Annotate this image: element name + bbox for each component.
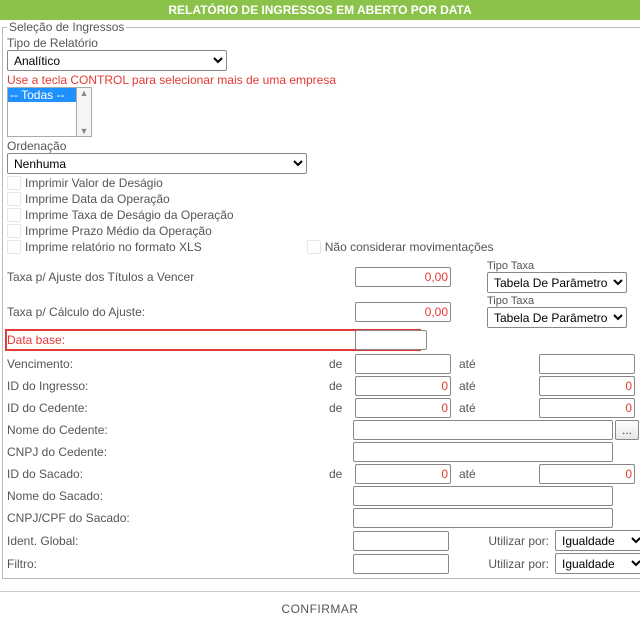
id-ingresso-ate-input[interactable] <box>539 376 635 396</box>
vencimento-de-label: de <box>329 357 353 371</box>
control-hint: Use a tecla CONTROL para selecionar mais… <box>7 73 640 87</box>
fieldset-legend: Seleção de Ingressos <box>7 20 126 34</box>
id-ingresso-de-input[interactable] <box>355 376 451 396</box>
nome-cedente-browse-button[interactable]: ... <box>615 420 639 440</box>
cb-taxa-desagio-label: Imprime Taxa de Deságio da Operação <box>25 208 234 222</box>
ordenacao-label: Ordenação <box>7 139 640 153</box>
tipo-taxa-label-1: Tipo Taxa <box>487 260 640 272</box>
ordenacao-select[interactable]: Nenhuma <box>7 153 307 174</box>
data-base-input[interactable] <box>355 330 427 350</box>
vencimento-ate-input[interactable] <box>539 354 635 374</box>
cb-formato-xls[interactable] <box>7 240 21 254</box>
id-ingresso-ate-label: até <box>455 379 537 393</box>
id-cedente-de-label: de <box>329 401 353 415</box>
cb-nao-considerar-label: Não considerar movimentações <box>325 240 494 254</box>
id-ingresso-label: ID do Ingresso: <box>7 379 327 393</box>
taxa-calculo-input[interactable] <box>355 302 451 322</box>
cb-taxa-desagio[interactable] <box>7 208 21 222</box>
tipo-taxa-select-2[interactable]: Tabela De Parâmetros <box>487 307 627 328</box>
selecao-ingressos-fieldset: Seleção de Ingressos Tipo de Relatório A… <box>2 20 640 579</box>
nome-cedente-label: Nome do Cedente: <box>7 423 351 437</box>
vencimento-label: Vencimento: <box>7 357 327 371</box>
scroll-up-icon[interactable]: ▲ <box>77 88 91 98</box>
id-sacado-ate-label: até <box>455 467 537 481</box>
taxa-ajuste-input[interactable] <box>355 267 451 287</box>
tipo-relatorio-select[interactable]: Analítico <box>7 50 227 71</box>
cnpj-cedente-label: CNPJ do Cedente: <box>7 445 351 459</box>
taxa-calculo-label: Taxa p/ Cálculo do Ajuste: <box>7 305 327 319</box>
cb-valor-desagio-label: Imprimir Valor de Deságio <box>25 176 163 190</box>
tipo-relatorio-label: Tipo de Relatório <box>7 36 640 50</box>
cb-prazo-medio[interactable] <box>7 224 21 238</box>
filtro-util-label: Utilizar por: <box>453 557 553 571</box>
cnpj-sacado-input[interactable] <box>353 508 613 528</box>
cnpj-sacado-label: CNPJ/CPF do Sacado: <box>7 511 351 525</box>
id-sacado-label: ID do Sacado: <box>7 467 327 481</box>
confirm-button[interactable]: CONFIRMAR <box>0 591 640 626</box>
filtro-util-select[interactable]: Igualdade <box>555 553 640 574</box>
id-cedente-ate-input[interactable] <box>539 398 635 418</box>
cb-data-operacao-label: Imprime Data da Operação <box>25 192 170 206</box>
cb-prazo-medio-label: Imprime Prazo Médio da Operação <box>25 224 212 238</box>
nome-cedente-input[interactable] <box>353 420 613 440</box>
cb-data-operacao[interactable] <box>7 192 21 206</box>
vencimento-ate-label: até <box>455 357 537 371</box>
id-cedente-ate-label: até <box>455 401 537 415</box>
cnpj-cedente-input[interactable] <box>353 442 613 462</box>
cb-formato-xls-label: Imprime relatório no formato XLS <box>25 240 202 254</box>
cb-valor-desagio[interactable] <box>7 176 21 190</box>
tipo-taxa-label-2: Tipo Taxa <box>487 295 640 307</box>
filtro-label: Filtro: <box>7 557 351 571</box>
id-sacado-ate-input[interactable] <box>539 464 635 484</box>
tipo-taxa-select-1[interactable]: Tabela De Parâmetros <box>487 272 627 293</box>
cb-nao-considerar[interactable] <box>307 240 321 254</box>
id-cedente-de-input[interactable] <box>355 398 451 418</box>
id-ingresso-de-label: de <box>329 379 353 393</box>
vencimento-de-input[interactable] <box>355 354 451 374</box>
id-cedente-label: ID do Cedente: <box>7 401 327 415</box>
filtro-input[interactable] <box>353 554 449 574</box>
data-base-label: Data base: <box>7 333 327 347</box>
taxa-ajuste-label: Taxa p/ Ajuste dos Títulos a Vencer <box>7 270 327 284</box>
scroll-down-icon[interactable]: ▼ <box>77 126 91 136</box>
id-sacado-de-label: de <box>329 467 353 481</box>
empresas-option-todas[interactable]: -- Todas -- <box>8 88 76 102</box>
id-sacado-de-input[interactable] <box>355 464 451 484</box>
page-title: RELATÓRIO DE INGRESSOS EM ABERTO POR DAT… <box>0 0 640 20</box>
empresas-scrollbar[interactable]: ▲ ▼ <box>77 87 92 137</box>
empresas-multiselect[interactable]: -- Todas -- ▲ ▼ <box>7 87 640 137</box>
nome-sacado-input[interactable] <box>353 486 613 506</box>
nome-sacado-label: Nome do Sacado: <box>7 489 351 503</box>
